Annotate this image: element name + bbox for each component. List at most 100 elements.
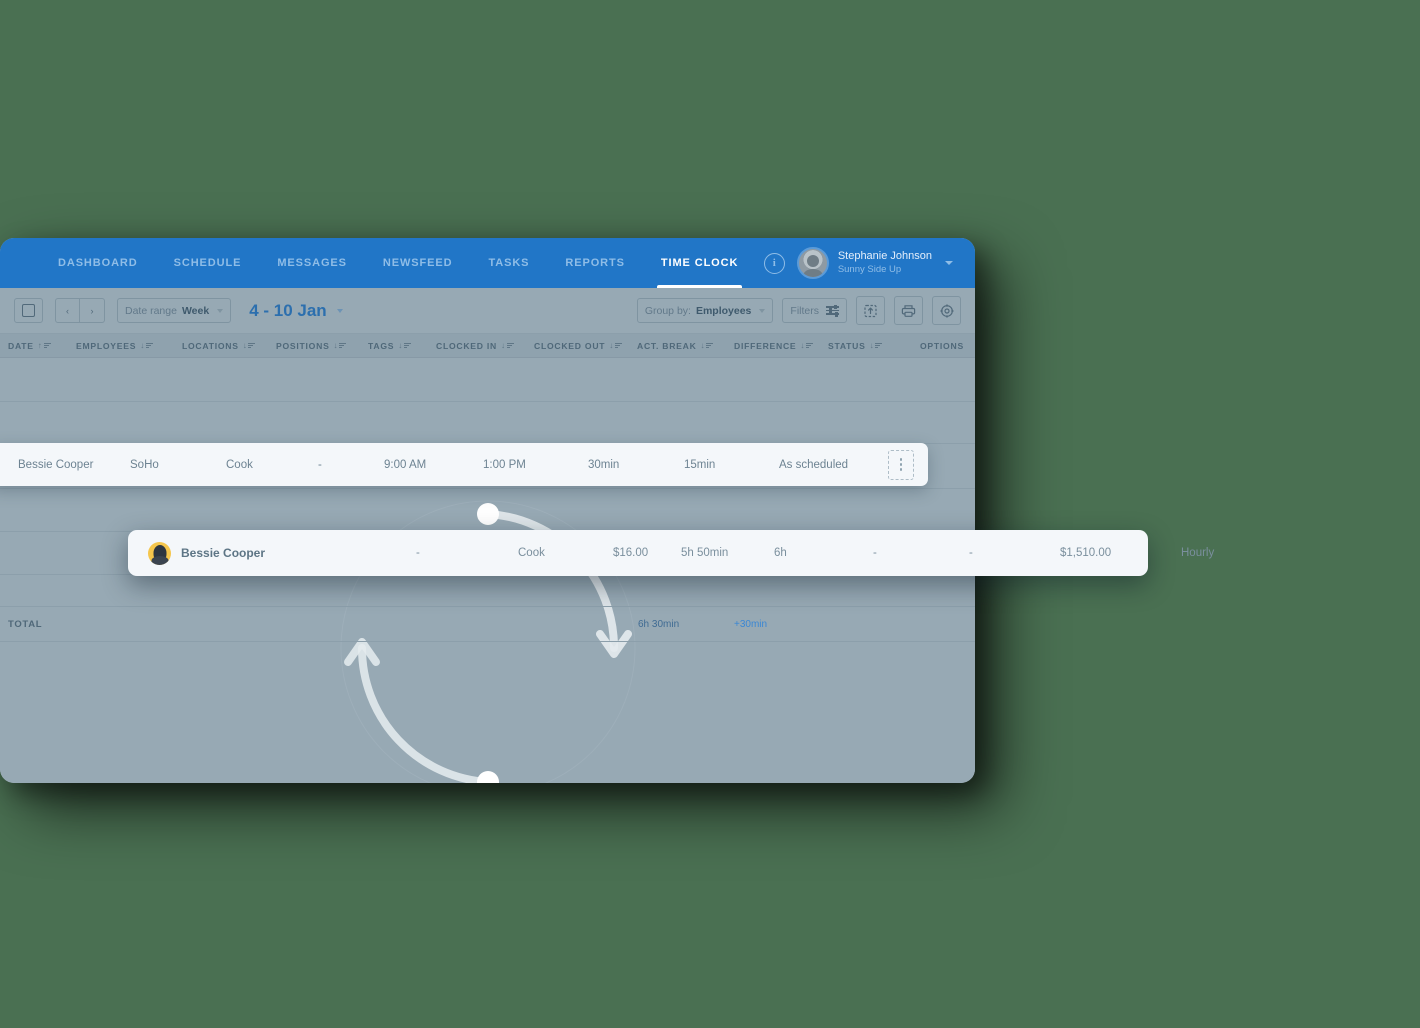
column-header-tags[interactable]: TAGS ↓ <box>368 341 411 351</box>
column-header-positions[interactable]: POSITIONS ↓ <box>276 340 347 351</box>
sort-desc-icon: ↓ <box>243 341 256 350</box>
filters-button[interactable]: Filters <box>782 298 847 323</box>
total-row: TOTAL 6h 30min +30min <box>0 606 975 642</box>
user-name: Stephanie Johnson <box>837 250 932 263</box>
group-by-value: Employees <box>695 304 752 317</box>
nav-right-group: i Stephanie Johnson Sunny Side Up <box>763 247 975 279</box>
column-header-options: OPTIONS <box>920 341 964 351</box>
cell-difference: 15min <box>684 458 716 471</box>
sort-desc-icon: ↓ <box>800 341 814 350</box>
column-header-date[interactable]: DATE ↑ <box>8 341 51 351</box>
employee-summary-card[interactable]: Bessie Cooper - Cook $16.00 5h 50min 6h … <box>128 530 1214 576</box>
column-header-clocked-out[interactable]: CLOCKED OUT ↓ <box>534 340 623 351</box>
table-row[interactable]: Bessie Cooper SoHo Cook - 9:00 AM 1:00 P… <box>0 443 928 486</box>
summary-employee-group: Bessie Cooper <box>148 541 265 565</box>
summary-position: Cook <box>518 547 545 559</box>
cell-clocked-out: 1:00 PM <box>483 458 526 471</box>
nav-item-reports[interactable]: REPORTS <box>547 238 642 288</box>
date-title[interactable]: 4 - 10 Jan <box>249 301 343 321</box>
group-by-label: Group by: <box>644 304 691 317</box>
column-header-status[interactable]: STATUS ↓ <box>828 340 883 351</box>
column-header-act-break[interactable]: ACT. BREAK ↓ <box>637 341 714 351</box>
chevron-right-icon: › <box>90 305 94 316</box>
total-difference: +30min <box>734 618 768 630</box>
chevron-down-icon[interactable] <box>945 261 953 265</box>
row-band <box>0 400 975 402</box>
export-button[interactable] <box>856 296 885 325</box>
column-label: STATUS <box>828 340 866 351</box>
row-options-button[interactable] <box>888 449 914 480</box>
chevron-down-icon <box>217 308 224 313</box>
cell-location: SoHo <box>130 458 159 471</box>
column-label: POSITIONS <box>276 340 330 351</box>
group-by-select[interactable]: Group by: Employees <box>636 298 774 323</box>
summary-worked: 5h 50min <box>681 547 729 559</box>
info-icon[interactable]: i <box>763 252 785 274</box>
table-header-row: DATE ↑ EMPLOYEES ↓ LOCATIONS ↓ POSITIONS… <box>0 334 975 358</box>
user-organization: Sunny Side Up <box>837 263 902 275</box>
column-label: DIFFERENCE <box>734 340 797 351</box>
column-label: TAGS <box>368 340 395 351</box>
date-nav-group: ‹ › <box>55 298 105 323</box>
column-header-difference[interactable]: DIFFERENCE ↓ <box>734 340 814 351</box>
cell-status: As scheduled <box>779 458 849 471</box>
top-navigation-bar: DASHBOARD SCHEDULE MESSAGES NEWSFEED TAS… <box>0 238 975 288</box>
sort-desc-icon: ↓ <box>334 341 347 350</box>
summary-scheduled: 6h <box>774 547 787 559</box>
total-label: TOTAL <box>8 618 43 630</box>
date-range-value: Week <box>181 304 210 317</box>
export-upload-icon <box>864 304 877 317</box>
sliders-icon <box>826 304 839 316</box>
nav-item-schedule[interactable]: SCHEDULE <box>156 238 260 288</box>
nav-item-time-clock[interactable]: TIME CLOCK <box>643 238 756 288</box>
chevron-down-icon <box>759 308 766 313</box>
cell-tags: - <box>318 458 322 471</box>
user-text: Stephanie Johnson Sunny Side Up <box>838 250 932 276</box>
column-label: CLOCKED IN <box>436 340 497 351</box>
panel-toggle-button[interactable] <box>14 298 43 323</box>
summary-col7: - <box>873 547 877 559</box>
nav-item-list: DASHBOARD SCHEDULE MESSAGES NEWSFEED TAS… <box>0 238 756 288</box>
sort-desc-icon: ↓ <box>501 341 514 350</box>
settings-button[interactable] <box>932 296 961 325</box>
date-range-select[interactable]: Date range Week <box>117 298 232 323</box>
date-title-text: 4 - 10 Jan <box>249 300 327 320</box>
column-header-locations[interactable]: LOCATIONS ↓ <box>182 340 256 351</box>
column-label: DATE <box>8 340 34 351</box>
column-header-employees[interactable]: EMPLOYEES ↓ <box>76 341 153 351</box>
sort-desc-icon: ↓ <box>701 341 714 350</box>
toolbar: ‹ › Date range Week 4 - 10 Jan Group by:… <box>0 288 975 334</box>
column-label: LOCATIONS <box>182 340 239 351</box>
summary-col2: - <box>416 547 420 559</box>
chevron-left-icon: ‹ <box>66 305 69 316</box>
column-label: CLOCKED OUT <box>534 340 606 351</box>
sort-asc-icon: ↑ <box>38 341 51 350</box>
prev-period-button[interactable]: ‹ <box>55 298 80 323</box>
cell-act-break: 30min <box>588 458 620 471</box>
next-period-button[interactable]: › <box>80 298 105 323</box>
total-hours: 6h 30min <box>638 618 680 630</box>
filters-label: Filters <box>790 304 819 317</box>
user-menu[interactable]: Stephanie Johnson Sunny Side Up <box>796 247 953 279</box>
print-button[interactable] <box>894 296 923 325</box>
printer-icon <box>901 304 916 317</box>
summary-pay-type: Hourly <box>1181 547 1215 559</box>
cell-position: Cook <box>226 458 253 471</box>
avatar <box>796 247 829 279</box>
sort-desc-icon: ↓ <box>398 341 411 350</box>
cell-clocked-in: 9:00 AM <box>384 458 427 471</box>
nav-item-messages[interactable]: MESSAGES <box>259 238 365 288</box>
summary-rate: $16.00 <box>613 547 649 559</box>
column-label: OPTIONS <box>920 340 964 351</box>
nav-item-newsfeed[interactable]: NEWSFEED <box>365 238 471 288</box>
summary-col8: - <box>969 547 973 559</box>
nav-item-tasks[interactable]: TASKS <box>470 238 547 288</box>
more-vertical-icon <box>899 458 903 471</box>
toolbar-right-group: Group by: Employees Filters <box>636 296 961 325</box>
column-label: EMPLOYEES <box>76 340 137 351</box>
summary-total-pay: $1,510.00 <box>1060 547 1112 559</box>
nav-item-dashboard[interactable]: DASHBOARD <box>40 238 156 288</box>
column-header-clocked-in[interactable]: CLOCKED IN ↓ <box>436 341 514 351</box>
date-range-label: Date range <box>125 304 177 317</box>
row-band <box>0 487 975 489</box>
